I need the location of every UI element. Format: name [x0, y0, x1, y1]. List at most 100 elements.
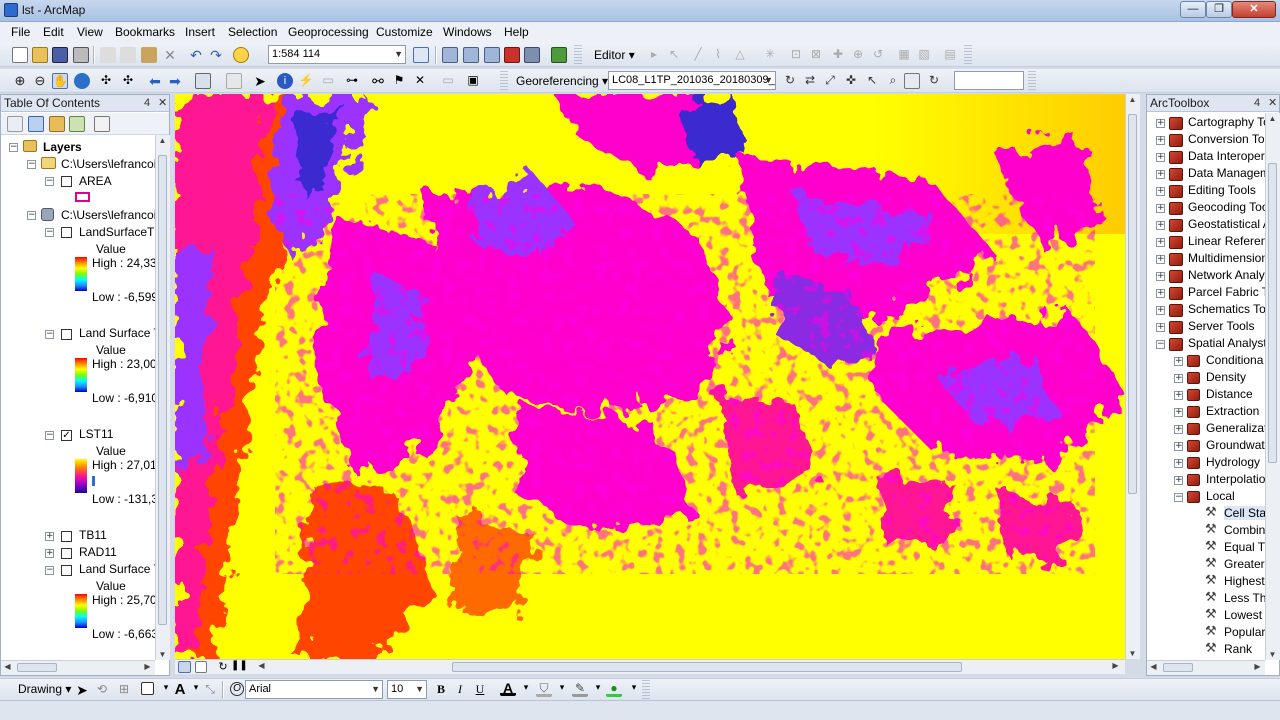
fixed-zoom-in-icon[interactable]: ✣: [98, 73, 114, 89]
underline-button[interactable]: U: [472, 682, 488, 698]
toolbox-expander[interactable]: +: [1156, 289, 1165, 298]
lst2-visibility-checkbox[interactable]: [61, 329, 72, 340]
midpoint-icon[interactable]: ✳: [762, 47, 778, 63]
cut-icon[interactable]: [100, 47, 116, 63]
map-display[interactable]: [175, 94, 1125, 659]
rotate-icon[interactable]: ⊠: [808, 47, 824, 63]
toolset-local[interactable]: Local: [1206, 489, 1235, 503]
undo-icon[interactable]: ↶: [188, 47, 204, 63]
new-text-icon[interactable]: A: [172, 681, 188, 698]
font-color-button[interactable]: A: [500, 680, 516, 696]
toc-pin-button[interactable]: 4: [144, 95, 150, 111]
toolbox-linear-referencing[interactable]: Linear Referenc: [1188, 234, 1273, 248]
toolbox-expander[interactable]: +: [1156, 119, 1165, 128]
toolset-hydrology[interactable]: Hydrology: [1206, 455, 1260, 469]
lst1-visibility-checkbox[interactable]: [61, 227, 72, 238]
toolset-expander[interactable]: +: [1174, 408, 1183, 417]
menu-windows[interactable]: Windows: [443, 25, 492, 39]
pan-icon[interactable]: ✋: [52, 73, 68, 89]
forward-extent-icon[interactable]: ➡: [167, 73, 183, 89]
toolbox-schematics[interactable]: Schematics Too: [1188, 302, 1273, 316]
toolbox-spatial-analyst[interactable]: Spatial Analyst: [1188, 336, 1267, 350]
add-control-points-icon[interactable]: ✜: [843, 73, 859, 89]
html-popup-icon[interactable]: ▭: [320, 73, 336, 89]
toolbox-expander[interactable]: +: [1156, 136, 1165, 145]
toolset-expander[interactable]: +: [1174, 357, 1183, 366]
maximize-button[interactable]: ❐: [1206, 1, 1232, 18]
zoom-in-icon[interactable]: ⊕: [12, 73, 28, 89]
select-elements-arrow-icon[interactable]: ➤: [74, 682, 90, 698]
marker-color-icon[interactable]: ●: [606, 681, 622, 697]
create-features-icon[interactable]: ▧: [916, 47, 932, 63]
georef-layer-combo[interactable]: LC08_L1TP_201036_20180309_ ▼: [608, 71, 776, 90]
toolbox-editing[interactable]: Editing Tools: [1188, 183, 1256, 197]
sketch-properties-icon[interactable]: ▦: [896, 47, 912, 63]
area-symbol[interactable]: [75, 192, 90, 202]
map-scale-combo[interactable]: 1:584 114 ▼: [268, 45, 406, 64]
lst1-layer-name[interactable]: LandSurfaceT: [79, 225, 154, 239]
arctoolbox-close-button[interactable]: ✕: [1268, 95, 1277, 111]
map-scroll-right-icon[interactable]: ▶: [1109, 661, 1122, 670]
time-slider-icon[interactable]: ▭: [440, 73, 456, 89]
map-scroll-up-icon[interactable]: ▲: [1126, 95, 1139, 104]
menu-edit[interactable]: Edit: [43, 25, 64, 39]
toolbox-data-management[interactable]: Data Managem: [1188, 166, 1270, 180]
menu-geoprocessing[interactable]: Geoprocessing: [288, 25, 369, 39]
toolbox-expander[interactable]: +: [1156, 204, 1165, 213]
refresh-icon[interactable]: ↻: [215, 660, 231, 676]
toolbox-geostatistical[interactable]: Geostatistical A: [1188, 217, 1271, 231]
shift-georef-icon[interactable]: ⇄: [802, 73, 818, 89]
edit-annotation-icon[interactable]: ↖: [666, 47, 682, 63]
lst3-layer-name[interactable]: Land Surface T: [79, 562, 161, 576]
print-icon[interactable]: [73, 47, 89, 63]
toolbox-expander[interactable]: +: [1156, 153, 1165, 162]
toolset-density[interactable]: Density: [1206, 370, 1246, 384]
map-vertical-scrollbar[interactable]: ▲ ▼: [1125, 94, 1140, 659]
find-route-icon[interactable]: ⚑: [391, 73, 407, 89]
toc-hscroll-thumb[interactable]: [17, 663, 57, 672]
folder1-path[interactable]: C:\Users\lefrancois: [61, 157, 162, 171]
reshape-icon[interactable]: ⊕: [850, 47, 866, 63]
toc-close-button[interactable]: ✕: [158, 95, 167, 111]
toc-vscroll-thumb[interactable]: [158, 155, 167, 625]
cut-polygon-icon[interactable]: ✚: [830, 47, 846, 63]
toolset-expander[interactable]: +: [1174, 476, 1183, 485]
add-data-icon[interactable]: [233, 47, 249, 63]
toolset-expander[interactable]: +: [1174, 442, 1183, 451]
toolbox-scroll-down-icon[interactable]: ▼: [1266, 650, 1279, 659]
save-icon[interactable]: [52, 47, 68, 63]
copy-icon[interactable]: [120, 47, 136, 63]
arctoolbox-pin-button[interactable]: 4: [1254, 95, 1260, 111]
lst3-color-ramp[interactable]: [75, 594, 87, 628]
lst11-color-ramp[interactable]: [75, 459, 87, 493]
menu-bookmarks[interactable]: Bookmarks: [115, 25, 175, 39]
lst1-expander[interactable]: −: [45, 228, 54, 237]
toolset-generalization[interactable]: Generalizati: [1206, 421, 1270, 435]
open-folder-icon[interactable]: [32, 47, 48, 63]
folder1-expander[interactable]: −: [27, 160, 36, 169]
lst2-layer-name[interactable]: Land Surface T: [79, 326, 161, 340]
line-color-dropdown-icon[interactable]: ▾: [590, 682, 606, 698]
modelbuilder-icon[interactable]: [551, 47, 567, 63]
lst2-color-ramp[interactable]: [75, 358, 87, 392]
toc-vertical-scrollbar[interactable]: ▲ ▼: [155, 135, 170, 660]
toolset-expander[interactable]: +: [1174, 459, 1183, 468]
tool-combine[interactable]: Combin: [1224, 523, 1265, 537]
font-color-dropdown-icon[interactable]: ▾: [518, 682, 534, 698]
map-vscroll-thumb[interactable]: [1128, 114, 1137, 494]
lst3-expander[interactable]: −: [45, 566, 54, 575]
toolset-expander[interactable]: +: [1174, 374, 1183, 383]
minimize-button[interactable]: —: [1180, 1, 1206, 18]
area-layer-name[interactable]: AREA: [79, 174, 112, 188]
rad11-layer-name[interactable]: RAD11: [79, 545, 117, 559]
editor-options-icon[interactable]: ▤: [942, 47, 958, 63]
layout-view-icon[interactable]: [195, 661, 207, 673]
attributes-icon[interactable]: ↺: [870, 47, 886, 63]
scroll-right-arrow-icon[interactable]: ▶: [141, 662, 154, 671]
layers-expander[interactable]: −: [9, 143, 18, 152]
toolbox-conversion[interactable]: Conversion Too: [1188, 132, 1271, 146]
lst11-layer-name[interactable]: LST11: [79, 427, 113, 441]
toolbox-expander[interactable]: +: [1156, 221, 1165, 230]
toolset-distance[interactable]: Distance: [1206, 387, 1253, 401]
toolbox-hscroll-thumb[interactable]: [1163, 663, 1193, 672]
